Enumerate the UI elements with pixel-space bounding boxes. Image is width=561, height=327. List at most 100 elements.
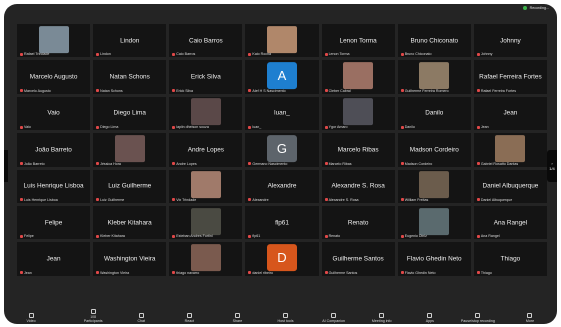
participant-tile[interactable]: Esteban Andres Fortini (169, 205, 243, 240)
participant-tile[interactable]: Ana Rangel Ana Rangel (473, 205, 547, 240)
participant-tile[interactable]: Guilherme Santos Guilherme Santos (321, 242, 395, 276)
participant-name-label: Lindon (96, 52, 111, 56)
participant-tile[interactable]: Vaio Vaio (17, 96, 91, 131)
participant-tile[interactable]: Marcelo Augusto Marcelo Augusto (17, 60, 91, 94)
participant-name: Natan Schons (100, 88, 123, 93)
participant-name: Felipe (24, 234, 34, 239)
muted-mic-icon (96, 162, 100, 165)
participant-tile[interactable]: Thiago Thiago (473, 242, 547, 276)
participant-tile[interactable]: Washington Vieira Washington Vieira (93, 242, 167, 276)
participant-tile[interactable]: Luis Henrique Lisboa Luis Henrique Lisboa (17, 169, 91, 203)
participant-tile[interactable]: flp61 flp61 (245, 205, 319, 240)
participant-tile[interactable]: Eugenio Diniz (397, 205, 471, 240)
participant-tile[interactable]: João Barreto João Barreto (17, 133, 91, 167)
participant-tile[interactable]: Jean Jean (17, 242, 91, 276)
participant-name: Flavio Ghedin Neto (404, 270, 436, 275)
muted-mic-icon (96, 52, 100, 56)
participant-tile[interactable]: Jean Jean (473, 96, 547, 131)
participant-video (343, 62, 374, 90)
participant-tile[interactable]: Renato Renato (321, 205, 395, 240)
muted-mic-icon (476, 271, 480, 275)
participant-display-name: Vaio (47, 109, 60, 117)
recording-status-label[interactable]: Recording... (530, 6, 549, 10)
participant-name: Bruno Chiconato (404, 52, 432, 57)
participant-name: Madson Cordeiro (404, 161, 433, 166)
more-button[interactable]: More (509, 313, 551, 323)
participant-tile[interactable]: Bruno Chiconato Bruno Chiconato (397, 24, 471, 58)
participant-tile[interactable]: Andre Lopes Andre Lopes (169, 133, 243, 167)
participant-tile[interactable]: William Freitas (397, 169, 471, 203)
participant-name: Rafael Trindade (24, 52, 50, 57)
participant-tile[interactable]: G Germano Nascimento (245, 133, 319, 167)
participant-tile[interactable]: Danilo Danilo (397, 96, 471, 131)
participant-tile[interactable]: Diego Lima Diego Lima (93, 96, 167, 131)
chat-button[interactable]: Chat (120, 313, 162, 323)
participant-tile[interactable]: luan_ luan_ (245, 96, 319, 131)
muted-mic-icon (248, 52, 252, 56)
participant-tile[interactable]: Caio Barros Caio Barros (169, 24, 243, 58)
participant-video (266, 25, 297, 53)
participant-tile[interactable]: Alexandre S. Rosa Alexandre S. Rosa (321, 169, 395, 203)
recording-button[interactable]: Pause/stop recording (457, 313, 499, 323)
participant-tile[interactable]: Vix Trindade (169, 169, 243, 203)
participant-name-label: Caio Barros (172, 52, 195, 56)
participant-tile[interactable]: Natan Schons Natan Schons (93, 60, 167, 94)
participant-tile[interactable]: Alexandre Alexandre (245, 169, 319, 203)
participant-display-name: Marcelo Augusto (29, 73, 78, 81)
info-button[interactable]: Meeting info (361, 313, 403, 323)
host-tools-button[interactable]: Host tools (264, 313, 306, 323)
participant-video (419, 207, 450, 235)
participant-tile[interactable]: Kleber Kitahara Kleber Kitahara (93, 205, 167, 240)
share-button[interactable]: Share (216, 313, 258, 323)
participant-name: Alexandre (252, 197, 269, 202)
participant-name: Esteban Andres Fortini (176, 234, 213, 239)
participant-name-label: Daniel Albuquerque (476, 198, 512, 202)
participant-tile[interactable]: Ygor Amaro (321, 96, 395, 131)
muted-mic-icon (248, 198, 252, 202)
participant-name-label: luan_ (248, 125, 261, 129)
participant-tile[interactable]: Cleber Cabral (321, 60, 395, 94)
participant-tile[interactable]: Rafael Ferreira Fortes Rafael Ferreira Fo… (473, 60, 547, 94)
participant-tile[interactable]: Lenon Torma Lenon Torma (321, 24, 395, 58)
participant-tile[interactable]: Luiz Guilherme Luiz Guilherme (93, 169, 167, 203)
participants-button[interactable]: 108 Participants (72, 309, 114, 323)
participant-display-name: Natan Schons (109, 73, 150, 81)
participant-name-label: Kleber Kitahara (96, 234, 125, 238)
meeting-toolbar: Video 108 Participants Chat React Share Host t… (4, 309, 557, 324)
participant-tile[interactable]: Jéssica Hora (93, 133, 167, 167)
react-button[interactable]: React (168, 313, 210, 323)
participant-display-name: Marcelo Ribas (337, 146, 379, 154)
video-button[interactable]: Video (10, 313, 52, 323)
muted-mic-icon (400, 125, 404, 129)
participant-name: Washington Vieira (100, 270, 130, 275)
participant-name-label: Rafael Ferreira Fortes (476, 88, 516, 93)
participant-tile[interactable]: Ddaniel ribeiro (245, 242, 319, 276)
participant-tile[interactable]: Guilherme Ferreira Romero (397, 60, 471, 94)
muted-mic-icon (324, 125, 328, 129)
participant-tile[interactable]: Madson Cordeiro Madson Cordeiro (397, 133, 471, 167)
participant-tile[interactable]: Rafael Trindade (17, 24, 91, 58)
participant-tile[interactable]: Flavio Ghedin Neto Flavio Ghedin Neto (397, 242, 471, 276)
next-page-tab[interactable]: › 1/4 (547, 150, 557, 182)
muted-mic-icon (324, 234, 328, 238)
participant-tile[interactable]: Daniel Albuquerque Daniel Albuquerque (473, 169, 547, 203)
participant-tile[interactable]: lapiin dheison souza (169, 96, 243, 131)
participant-tile[interactable]: Gabriel Rosatto Dantas (473, 133, 547, 167)
participant-tile[interactable]: Kaio Rocha (245, 24, 319, 58)
participant-tile[interactable]: Erick Silva Erick Silva (169, 60, 243, 94)
previous-page-tab[interactable] (4, 150, 8, 182)
participant-tile[interactable]: Johnny Johnny (473, 24, 547, 58)
ai-companion-button[interactable]: AI Companion (313, 313, 355, 323)
participant-display-name: Flavio Ghedin Neto (406, 255, 462, 263)
host-tools-icon (283, 313, 289, 318)
participant-tile[interactable]: Felipe Felipe (17, 205, 91, 240)
apps-button[interactable]: Apps (409, 313, 451, 323)
participant-name: Rafael Ferreira Fortes (480, 88, 516, 93)
participant-tile[interactable]: A Alef H S Nascimento (245, 60, 319, 94)
muted-mic-icon (400, 234, 404, 238)
participant-tile[interactable]: Marcelo Ribas Marcelo Ribas (321, 133, 395, 167)
participant-name-label: Bruno Chiconato (400, 52, 432, 57)
participant-tile[interactable]: thiago navarro (169, 242, 243, 276)
participant-name: William Freitas (404, 197, 429, 202)
participant-tile[interactable]: Lindon Lindon (93, 24, 167, 58)
